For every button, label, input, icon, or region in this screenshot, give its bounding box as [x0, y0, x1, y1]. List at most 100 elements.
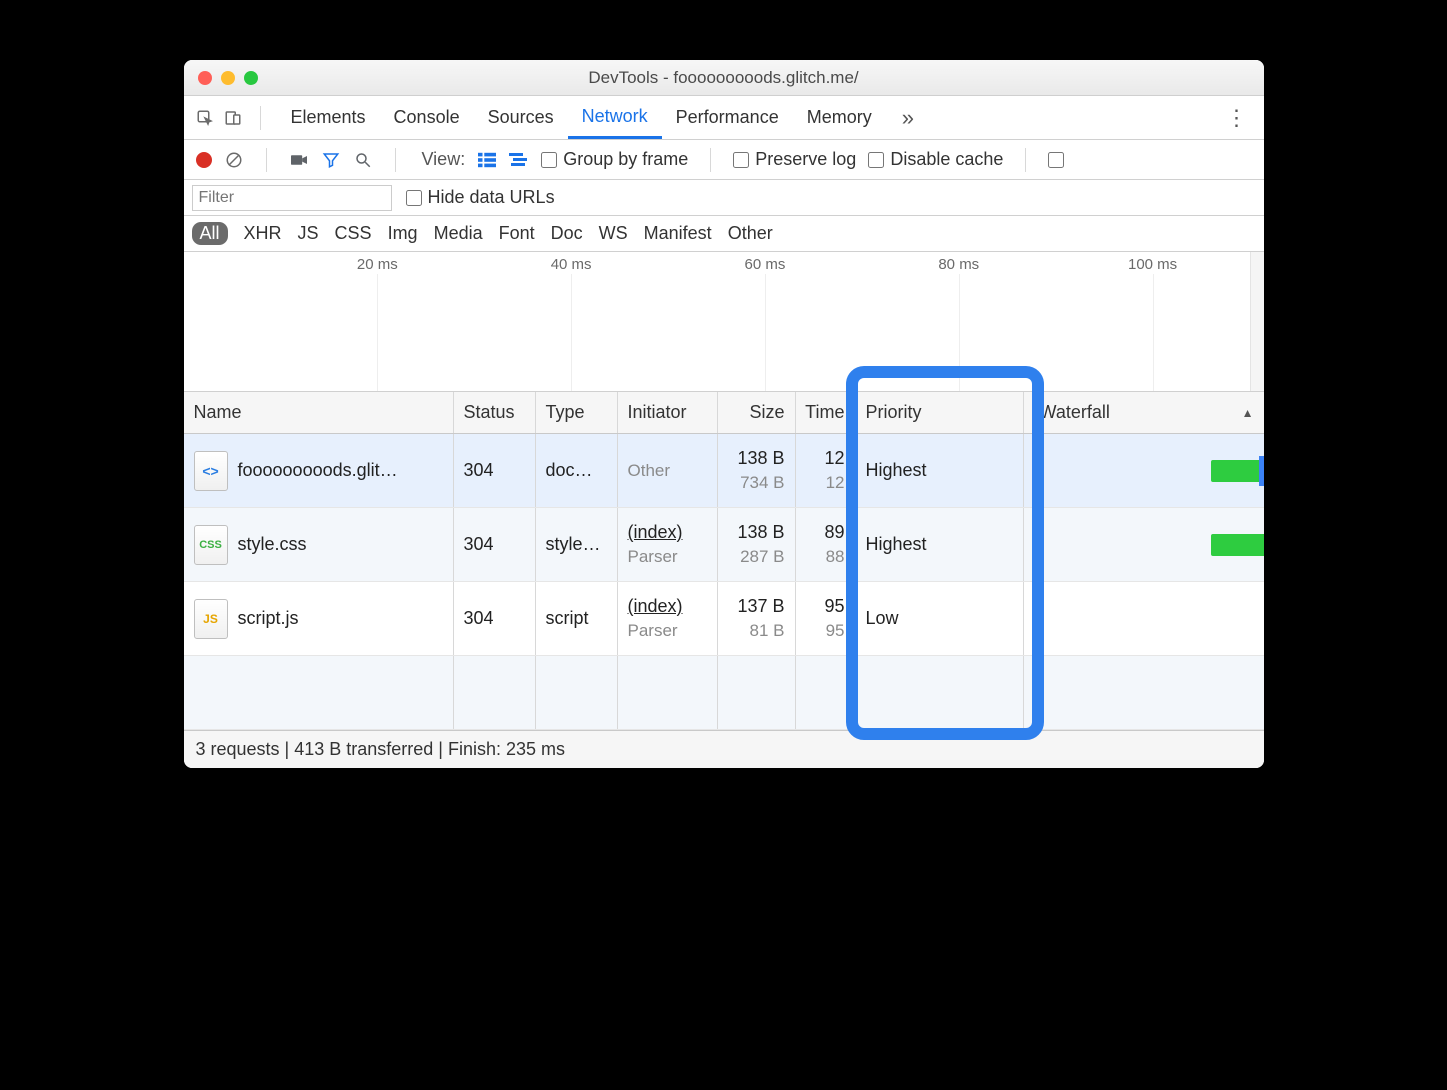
type-filter-img[interactable]: Img — [388, 223, 418, 244]
col-initiator[interactable]: Initiator — [618, 392, 718, 433]
cell-type: script — [536, 582, 618, 655]
initiator-link[interactable]: (index) — [628, 520, 707, 545]
request-name: style.css — [238, 534, 307, 555]
group-by-frame-checkbox[interactable]: Group by frame — [541, 149, 688, 170]
tab-elements[interactable]: Elements — [277, 96, 380, 139]
cell-waterfall — [1024, 582, 1264, 655]
panel-tab-bar: ElementsConsoleSourcesNetworkPerformance… — [184, 96, 1264, 140]
type-filter-all[interactable]: All — [192, 222, 228, 245]
cell-status: 304 — [454, 582, 536, 655]
tab-console[interactable]: Console — [380, 96, 474, 139]
cell-waterfall — [1024, 434, 1264, 507]
summary-bar: 3 requests | 413 B transferred | Finish:… — [184, 730, 1264, 768]
settings-kebab-icon[interactable]: ⋮ — [1226, 105, 1248, 131]
cell-size: 138 B734 B — [718, 434, 796, 507]
cell-initiator: (index)Parser — [618, 582, 718, 655]
html-file-icon: <> — [194, 451, 228, 491]
request-name: script.js — [238, 608, 299, 629]
cell-time: 8988 — [796, 508, 856, 581]
timeline-tick: 20 ms — [357, 256, 398, 273]
tab-performance[interactable]: Performance — [662, 96, 793, 139]
table-row[interactable]: CSSstyle.css304style…(index)Parser138 B2… — [184, 508, 1264, 582]
table-row-empty — [184, 656, 1264, 730]
separator — [710, 148, 711, 172]
timeline-tick: 60 ms — [745, 256, 786, 273]
window-title: DevTools - fooooooooods.glitch.me/ — [184, 68, 1264, 88]
type-filter-doc[interactable]: Doc — [551, 223, 583, 244]
type-filter-font[interactable]: Font — [499, 223, 535, 244]
cell-priority: Highest — [856, 434, 1024, 507]
device-toggle-icon[interactable] — [222, 107, 244, 129]
requests-table-header: Name Status Type Initiator Size Time Pri… — [184, 392, 1264, 434]
cell-size: 137 B81 B — [718, 582, 796, 655]
type-filter-css[interactable]: CSS — [335, 223, 372, 244]
offline-checkbox-truncated[interactable] — [1048, 152, 1068, 168]
js-file-icon: JS — [194, 599, 228, 639]
close-icon[interactable] — [198, 71, 212, 85]
initiator-link[interactable]: (index) — [628, 594, 707, 619]
col-priority[interactable]: Priority — [856, 392, 1024, 433]
view-label: View: — [422, 149, 466, 170]
network-toolbar: View: Group by frame Preserve log Disabl… — [184, 140, 1264, 180]
devtools-window: DevTools - fooooooooods.glitch.me/ Eleme… — [184, 60, 1264, 768]
tab-network[interactable]: Network — [568, 96, 662, 139]
filter-icon[interactable] — [321, 150, 341, 170]
tab-memory[interactable]: Memory — [793, 96, 886, 139]
col-waterfall[interactable]: Waterfall ▲ — [1024, 392, 1264, 433]
timeline-tick: 80 ms — [938, 256, 979, 273]
search-icon[interactable] — [353, 150, 373, 170]
disable-cache-checkbox[interactable]: Disable cache — [868, 149, 1003, 170]
tab-sources[interactable]: Sources — [474, 96, 568, 139]
requests-table-body: <>fooooooooods.glit…304doc…Other138 B734… — [184, 434, 1264, 730]
more-tabs-icon[interactable]: » — [902, 105, 914, 131]
separator — [395, 148, 396, 172]
cell-status: 304 — [454, 434, 536, 507]
resource-type-filter: All XHR JS CSS Img Media Font Doc WS Manifest Othe… — [184, 216, 1264, 252]
overview-toggle-icon[interactable] — [509, 150, 529, 170]
col-type[interactable]: Type — [536, 392, 618, 433]
minimize-icon[interactable] — [221, 71, 235, 85]
type-filter-manifest[interactable]: Manifest — [644, 223, 712, 244]
titlebar: DevTools - fooooooooods.glitch.me/ — [184, 60, 1264, 96]
filter-bar: Hide data URLs — [184, 180, 1264, 216]
separator — [266, 148, 267, 172]
timeline-tick: 40 ms — [551, 256, 592, 273]
cell-size: 138 B287 B — [718, 508, 796, 581]
col-time[interactable]: Time — [796, 392, 856, 433]
table-row[interactable]: <> fooooooooods.glit… 304doc…Other138 B734… — [184, 434, 1264, 508]
type-filter-js[interactable]: JS — [298, 223, 319, 244]
col-size[interactable]: Size — [718, 392, 796, 433]
type-filter-media[interactable]: Media — [434, 223, 483, 244]
col-name[interactable]: Name — [184, 392, 454, 433]
separator — [1025, 148, 1026, 172]
separator — [260, 106, 261, 130]
camera-icon[interactable] — [289, 150, 309, 170]
overview-timeline[interactable]: 20 ms 40 ms 60 ms 80 ms 100 ms — [184, 252, 1264, 392]
table-row[interactable]: JS script.js 304script(index)Parser137 B81… — [184, 582, 1264, 656]
sort-indicator-icon: ▲ — [1242, 406, 1254, 420]
traffic-lights — [184, 71, 258, 85]
cell-status: 304 — [454, 508, 536, 581]
timeline-scrollbar[interactable] — [1250, 252, 1264, 391]
cell-time: 9595 — [796, 582, 856, 655]
timeline-tick: 100 ms — [1128, 256, 1177, 273]
preserve-log-checkbox[interactable]: Preserve log — [733, 149, 856, 170]
col-status[interactable]: Status — [454, 392, 536, 433]
cell-initiator: (index)Parser — [618, 508, 718, 581]
type-filter-ws[interactable]: WS — [599, 223, 628, 244]
zoom-icon[interactable] — [244, 71, 258, 85]
cell-initiator: Other — [618, 434, 718, 507]
cell-priority: Low — [856, 582, 1024, 655]
filter-input[interactable] — [192, 185, 392, 211]
request-name: fooooooooods.glit… — [238, 460, 398, 481]
cell-priority: Highest — [856, 508, 1024, 581]
inspect-icon[interactable] — [194, 107, 216, 129]
record-button[interactable] — [196, 152, 212, 168]
type-filter-other[interactable]: Other — [728, 223, 773, 244]
type-filter-xhr[interactable]: XHR — [244, 223, 282, 244]
large-rows-icon[interactable] — [477, 150, 497, 170]
clear-icon[interactable] — [224, 150, 244, 170]
cell-type: doc… — [536, 434, 618, 507]
hide-data-urls-checkbox[interactable]: Hide data URLs — [406, 187, 555, 208]
cell-time: 1212 — [796, 434, 856, 507]
